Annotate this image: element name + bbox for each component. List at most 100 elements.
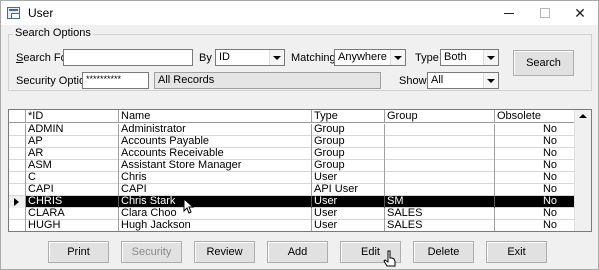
exit-button[interactable]: Exit [486,241,547,263]
minimize-icon [504,12,514,14]
cell-name: Administrator [119,124,312,136]
review-button-label: Review [206,246,243,258]
delete-button[interactable]: Delete [413,241,474,263]
current-row-arrow-icon [14,198,19,206]
row-indicator[interactable] [9,208,26,220]
scroll-up-icon[interactable] [579,114,587,118]
cell-name: Clara Choo [119,208,312,220]
cell-type: User [312,172,385,184]
row-indicator[interactable] [9,124,26,136]
table-row[interactable]: AR Accounts Receivable Group No [9,148,575,160]
table-row[interactable]: HUGH Hugh Jackson User SALES No [9,220,575,231]
hand-cursor-icon [383,250,396,267]
maximize-button[interactable] [527,1,563,25]
table-row[interactable]: C Chris User No [9,172,575,184]
column-header-name[interactable]: Name [119,110,312,123]
type-label: Type [415,52,439,64]
user-window: User ✕ Search Options Search For By ID M… [0,0,599,270]
cell-obsolete: No [495,184,575,196]
table-row[interactable]: ASM Assistant Store Manager Group No [9,160,575,172]
security-button-label: Security [131,246,172,258]
cell-obsolete: No [495,148,575,160]
close-icon: ✕ [574,4,586,21]
cell-type: Group [312,148,385,160]
add-button-label: Add [287,246,308,258]
column-header-group[interactable]: Group [385,110,495,123]
cell-group [385,124,495,136]
show-select-value: All [431,74,444,86]
table-row[interactable]: CAPI CAPI API User No [9,184,575,196]
window-title: User [28,6,54,20]
row-indicator[interactable] [9,196,26,208]
user-grid[interactable]: *ID Name Type Group Obsolete ADMIN Admini… [8,109,592,232]
delete-button-label: Delete [427,246,460,258]
by-select-value: ID [219,51,230,63]
maximize-icon [540,8,550,18]
app-icon [7,7,20,19]
add-button[interactable]: Add [267,241,328,263]
security-option-label: Security Option [16,75,92,87]
column-header-id[interactable]: *ID [26,110,119,123]
chevron-down-icon[interactable] [390,50,405,65]
exit-button-label: Exit [507,246,526,258]
show-label: Show [399,75,427,87]
cell-obsolete: No [495,220,575,231]
cell-type: User [312,196,385,208]
chevron-down-icon[interactable] [483,50,498,65]
show-select[interactable]: All [427,72,499,89]
column-header-obsolete[interactable]: Obsolete [495,110,575,123]
row-indicator[interactable] [9,172,26,184]
cell-type: User [312,220,385,231]
chevron-down-icon[interactable] [483,73,498,88]
cell-id: CAPI [26,184,119,196]
cell-obsolete: No [495,172,575,184]
cell-name: Accounts Payable [119,136,312,148]
row-indicator[interactable] [9,136,26,148]
minimize-button[interactable] [491,1,527,25]
cell-name: Chris [119,172,312,184]
cell-group: SALES [385,220,495,231]
cell-obsolete: No [495,208,575,220]
cell-name: CAPI [119,184,312,196]
row-indicator[interactable] [9,184,26,196]
cell-group [385,136,495,148]
column-header-type[interactable]: Type [312,110,385,123]
table-row[interactable]: AP Accounts Payable Group No [9,136,575,148]
mouse-cursor-icon [183,198,194,214]
cell-id: HUGH [26,220,119,231]
security-option-input[interactable]: ********** [82,72,149,89]
cell-group [385,148,495,160]
row-indicator[interactable] [9,160,26,172]
cell-group: SALES [385,208,495,220]
cell-type: User [312,208,385,220]
search-button[interactable]: Search [513,50,574,76]
review-button[interactable]: Review [194,241,255,263]
by-select[interactable]: ID [215,49,285,66]
type-select-value: Both [444,51,467,63]
cell-group: SM [385,196,495,208]
cell-id: CHRIS [26,196,119,208]
cell-id: ADMIN [26,124,119,136]
cell-id: CLARA [26,208,119,220]
table-row[interactable]: ADMIN Administrator Group No [9,124,575,136]
cell-id: C [26,172,119,184]
print-button-label: Print [67,246,90,258]
print-button[interactable]: Print [48,241,109,263]
table-row[interactable]: CLARA Clara Choo User SALES No [9,208,575,220]
cell-obsolete: No [495,136,575,148]
matching-select[interactable]: Anywhere [334,49,406,66]
cell-type: Group [312,124,385,136]
search-for-input[interactable] [63,49,193,66]
type-select[interactable]: Both [440,49,499,66]
chevron-down-icon[interactable] [269,50,284,65]
table-row[interactable]: CHRIS Chris Stark User SM No [9,196,575,208]
close-button[interactable]: ✕ [562,1,598,25]
cell-group [385,172,495,184]
row-indicator[interactable] [9,148,26,160]
header-indicator [9,110,26,123]
cell-obsolete: No [495,160,575,172]
matching-select-value: Anywhere [338,51,387,63]
security-button[interactable]: Security [121,241,182,263]
vertical-scrollbar[interactable] [574,110,591,231]
row-indicator[interactable] [9,220,26,231]
